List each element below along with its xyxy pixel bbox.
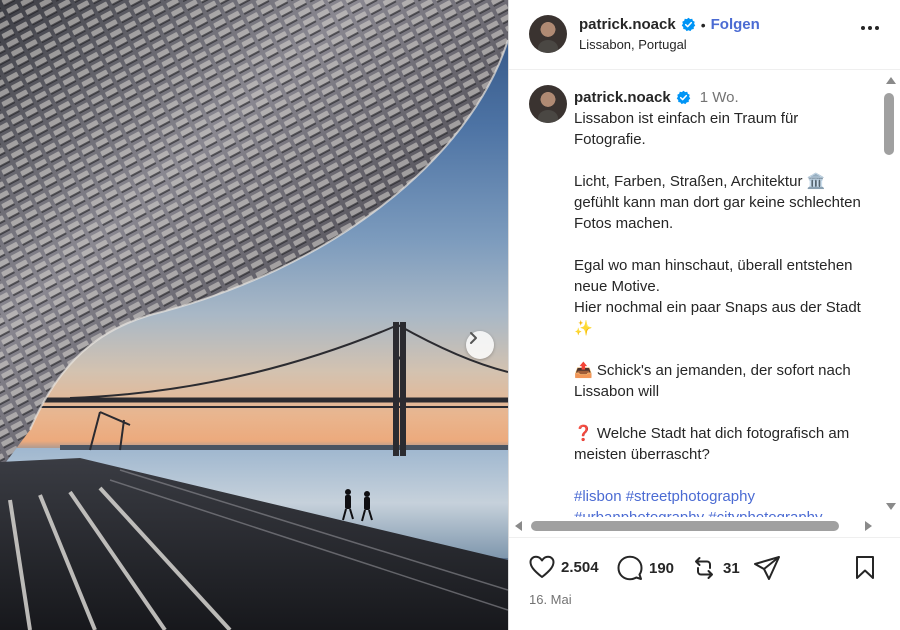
post-photo xyxy=(0,0,508,630)
send-icon xyxy=(754,556,780,580)
save-button[interactable] xyxy=(854,555,876,581)
like-button[interactable]: 2.504 xyxy=(529,555,599,579)
heart-icon xyxy=(529,555,555,578)
scroll-down-arrow-icon[interactable] xyxy=(886,503,896,510)
avatar[interactable] xyxy=(529,15,567,53)
share-button[interactable] xyxy=(753,555,781,581)
username-link[interactable]: patrick.noack xyxy=(579,16,676,33)
caption-scroll-area[interactable]: patrick.noack 1 Wo. Lissabon ist einfach… xyxy=(509,71,900,537)
more-options-icon[interactable] xyxy=(861,26,879,30)
caption-paragraph-1: Lissabon ist einfach ein Traum für Fotog… xyxy=(574,110,799,148)
caption-header: patrick.noack 1 Wo. xyxy=(574,87,869,108)
header-user-line: patrick.noack • Folgen xyxy=(579,16,760,33)
next-photo-button[interactable] xyxy=(466,331,494,359)
caption-paragraph-5: ❓ Welche Stadt hat dich fotografisch am … xyxy=(574,425,850,463)
follow-button[interactable]: Folgen xyxy=(711,16,760,33)
verified-badge-icon xyxy=(676,90,690,105)
scroll-up-arrow-icon[interactable] xyxy=(886,77,896,84)
comment-icon xyxy=(617,555,643,581)
comment-count: 190 xyxy=(649,559,675,577)
vertical-scroll-thumb[interactable] xyxy=(884,93,894,155)
photo-illustration xyxy=(0,0,508,630)
post-date[interactable]: 16. Mai xyxy=(529,592,572,607)
caption-username[interactable]: patrick.noack xyxy=(574,87,671,108)
post-side-panel: patrick.noack • Folgen Lissabon, Portuga… xyxy=(508,0,900,630)
location-link[interactable]: Lissabon, Portugal xyxy=(579,37,687,52)
scroll-left-arrow-icon[interactable] xyxy=(515,521,522,531)
horizontal-scroll-thumb[interactable] xyxy=(531,521,839,531)
caption-paragraph-4: 📤 Schick's an jemanden, der sofort nach … xyxy=(574,362,851,400)
chevron-right-icon xyxy=(470,332,477,344)
action-bar: 2.504 190 31 16. Mai xyxy=(509,537,900,630)
horizontal-scrollbar[interactable] xyxy=(509,517,881,535)
verified-badge-icon xyxy=(681,17,695,32)
repost-count: 31 xyxy=(723,559,740,577)
scroll-right-arrow-icon[interactable] xyxy=(865,521,872,531)
caption-paragraph-2: Licht, Farben, Straßen, Architektur 🏛️ g… xyxy=(574,173,861,232)
repost-button[interactable]: 31 xyxy=(691,555,740,581)
post-time[interactable]: 1 Wo. xyxy=(700,87,739,108)
vertical-scrollbar[interactable] xyxy=(881,71,899,517)
like-count: 2.504 xyxy=(561,558,599,576)
post-header: patrick.noack • Folgen Lissabon, Portuga… xyxy=(509,0,900,70)
caption-paragraph-3: Egal wo man hinschaut, überall entstehen… xyxy=(574,257,861,337)
separator-dot: • xyxy=(700,16,706,33)
caption: patrick.noack 1 Wo. Lissabon ist einfach… xyxy=(574,87,869,528)
comment-button[interactable]: 190 xyxy=(617,555,674,581)
bookmark-icon xyxy=(856,556,874,579)
caption-avatar[interactable] xyxy=(529,85,567,123)
repost-icon xyxy=(695,557,713,579)
